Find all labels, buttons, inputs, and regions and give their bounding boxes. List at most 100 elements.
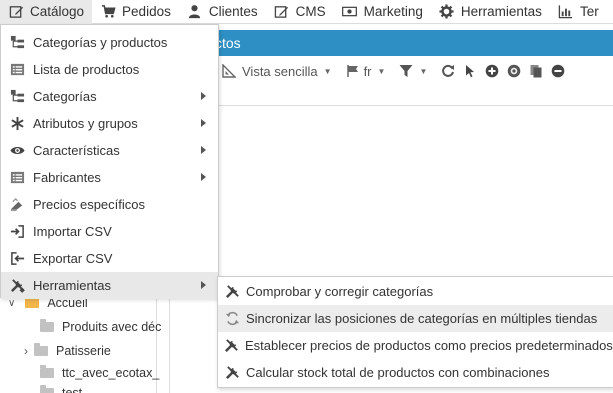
folder-icon bbox=[40, 385, 54, 393]
menu-item-label: Lista de productos bbox=[33, 62, 140, 77]
menu-item-label: Precios específicos bbox=[33, 197, 145, 212]
chevron-down-icon: ∨ bbox=[8, 297, 16, 309]
user-icon bbox=[187, 4, 203, 20]
menu-cms[interactable]: CMS bbox=[266, 0, 334, 24]
menu-marketing-label: Marketing bbox=[363, 4, 423, 19]
menu-item-label: Categorías bbox=[33, 89, 97, 104]
module-icon bbox=[508, 64, 521, 78]
eye-icon bbox=[9, 143, 25, 159]
edit-icon bbox=[8, 4, 24, 20]
menu-item-label: Exportar CSV bbox=[33, 251, 113, 266]
duplicate-button[interactable] bbox=[525, 58, 547, 84]
price-tag-icon bbox=[9, 197, 25, 213]
tools-icon bbox=[224, 284, 240, 300]
tools-icon bbox=[224, 338, 239, 354]
tools-icon bbox=[9, 278, 25, 294]
tree-item-test[interactable]: test bbox=[40, 385, 83, 393]
submenu-arrow-icon bbox=[201, 92, 206, 100]
caret-down-icon: ▼ bbox=[377, 66, 386, 76]
submenu-item-label: Calcular stock total de productos con co… bbox=[246, 365, 550, 380]
menu-catalogo-label: Catálogo bbox=[30, 4, 85, 19]
sync-icon bbox=[224, 311, 240, 327]
tree-item-ttc[interactable]: ttc_avec_ecotax_ bbox=[40, 365, 160, 380]
menu-pedidos-label: Pedidos bbox=[122, 4, 171, 19]
import-icon bbox=[9, 224, 25, 240]
pencil-icon bbox=[274, 4, 290, 20]
menu-catalogo[interactable]: Catálogo bbox=[0, 0, 93, 24]
menu-item-categorias-productos[interactable]: Categorías y productos bbox=[1, 29, 218, 56]
menu-item-lista-productos[interactable]: Lista de productos bbox=[1, 56, 218, 83]
refresh-button[interactable] bbox=[437, 58, 459, 84]
menu-cms-label: CMS bbox=[295, 4, 326, 19]
submenu-item-label: Sincronizar las posiciones de categorías… bbox=[246, 311, 598, 326]
export-icon bbox=[9, 251, 25, 267]
submenu-item-check-categories[interactable]: Comprobar y corregir categorías bbox=[218, 278, 613, 305]
caret-down-icon: ▼ bbox=[419, 66, 428, 76]
chevron-right-icon: › bbox=[24, 344, 28, 358]
menu-item-label: Herramientas bbox=[33, 278, 112, 293]
submenu-arrow-icon bbox=[201, 146, 206, 154]
submenu-arrow-icon bbox=[201, 173, 206, 181]
folder-icon bbox=[34, 343, 48, 356]
submenu-item-label: Establecer precios de productos como pre… bbox=[245, 338, 613, 353]
menu-item-importar-csv[interactable]: Importar CSV bbox=[1, 218, 218, 245]
submenu-item-sync-positions[interactable]: Sincronizar las posiciones de categorías… bbox=[218, 305, 613, 332]
submenu-item-set-prices[interactable]: Establecer precios de productos como pre… bbox=[218, 332, 613, 359]
money-icon bbox=[342, 4, 358, 20]
tree-item-label: test bbox=[62, 386, 83, 393]
gear-icon bbox=[439, 4, 455, 20]
menu-herramientas-label: Herramientas bbox=[460, 4, 542, 19]
stats-icon bbox=[558, 4, 574, 20]
menu-item-label: Atributos y grupos bbox=[33, 116, 138, 131]
page-header: ctos bbox=[170, 30, 613, 56]
filter-button[interactable]: ▼ bbox=[395, 58, 437, 84]
flag-icon bbox=[346, 65, 358, 77]
menu-pedidos[interactable]: Pedidos bbox=[92, 0, 179, 24]
toolbar-divider bbox=[218, 86, 613, 106]
language-select[interactable]: fr ▼ bbox=[342, 58, 396, 84]
menu-item-caracteristicas[interactable]: Características bbox=[1, 137, 218, 164]
tree-item-label: Produits avec déc bbox=[62, 320, 162, 334]
submenu-item-calc-stock[interactable]: Calcular stock total de productos con co… bbox=[218, 359, 613, 386]
delete-button[interactable] bbox=[547, 58, 569, 84]
cursor-icon bbox=[466, 65, 475, 78]
tree-item-label: Patisserie bbox=[56, 344, 111, 358]
copy-icon bbox=[530, 65, 542, 78]
menu-item-label: Categorías y productos bbox=[33, 35, 168, 50]
minus-circle-icon bbox=[552, 64, 565, 78]
menu-clientes[interactable]: Clientes bbox=[179, 0, 266, 24]
module-button[interactable] bbox=[503, 58, 525, 84]
menu-item-label: Fabricantes bbox=[33, 170, 101, 185]
menu-item-exportar-csv[interactable]: Exportar CSV bbox=[1, 245, 218, 272]
menu-estadisticas[interactable]: Ter bbox=[550, 0, 607, 24]
folder-icon bbox=[25, 295, 40, 308]
caret-down-icon: ▼ bbox=[323, 66, 332, 76]
submenu-arrow-icon bbox=[201, 119, 206, 127]
list-icon bbox=[9, 170, 25, 186]
view-mode-label: Vista sencilla bbox=[242, 63, 318, 79]
tree-icon bbox=[9, 35, 25, 51]
cart-icon bbox=[100, 4, 116, 20]
view-mode-select[interactable]: Vista sencilla ▼ bbox=[218, 58, 342, 84]
select-button[interactable] bbox=[459, 58, 481, 84]
menu-marketing[interactable]: Marketing bbox=[334, 0, 431, 24]
asterisk-icon bbox=[9, 116, 25, 132]
top-menu-bar: Catálogo Pedidos Clientes CMS Marketing … bbox=[0, 0, 613, 24]
menu-item-label: Características bbox=[33, 143, 120, 158]
menu-item-precios-especificos[interactable]: Precios específicos bbox=[1, 191, 218, 218]
menu-item-fabricantes[interactable]: Fabricantes bbox=[1, 164, 218, 191]
menu-item-herramientas[interactable]: Herramientas bbox=[1, 272, 218, 299]
filter-icon bbox=[399, 65, 413, 77]
menu-item-categorias[interactable]: Categorías bbox=[1, 83, 218, 110]
tree-item-label: ttc_avec_ecotax_ bbox=[62, 366, 160, 380]
menu-estadisticas-label: Ter bbox=[579, 4, 599, 19]
tree-item-produits[interactable]: Produits avec déc bbox=[40, 319, 162, 334]
add-button[interactable] bbox=[481, 58, 503, 84]
menu-item-atributos[interactable]: Atributos y grupos bbox=[1, 110, 218, 137]
language-label: fr bbox=[363, 63, 372, 79]
ruler-icon bbox=[222, 64, 236, 78]
folder-icon bbox=[40, 365, 54, 378]
menu-herramientas[interactable]: Herramientas bbox=[431, 0, 550, 24]
tree-item-patisserie[interactable]: › Patisserie bbox=[24, 343, 111, 358]
catalog-dropdown-menu: Categorías y productos Lista de producto… bbox=[0, 24, 219, 299]
